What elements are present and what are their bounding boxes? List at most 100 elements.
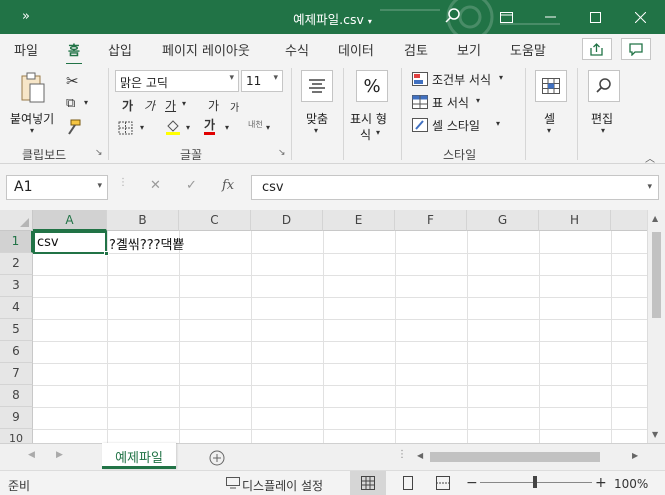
bold-button[interactable]: 가 [122, 97, 133, 114]
active-cell-selection[interactable] [33, 231, 109, 256]
page-layout-view-icon[interactable] [401, 476, 415, 490]
font-launcher-icon[interactable]: ↘ [278, 148, 286, 158]
tab-split-grip-icon[interactable]: ⋮ [397, 449, 407, 460]
borders-dropdown-icon[interactable]: ▾ [140, 123, 144, 132]
row-header-2[interactable]: 2 [0, 253, 33, 275]
select-all-button[interactable] [0, 210, 33, 231]
scroll-left-icon[interactable]: ◀ [417, 451, 423, 460]
zoom-slider-thumb[interactable] [533, 476, 537, 488]
horizontal-scrollbar[interactable]: ◀ ▶ [414, 450, 644, 464]
tab-review[interactable]: 검토 [404, 40, 428, 59]
close-button[interactable] [617, 0, 663, 34]
tab-view[interactable]: 보기 [457, 40, 481, 59]
format-painter-icon[interactable] [65, 119, 81, 135]
underline-dropdown-icon[interactable]: ▾ [182, 99, 186, 108]
column-header-f[interactable]: F [395, 210, 467, 231]
font-color-button[interactable]: 가 [204, 118, 216, 135]
tab-home[interactable]: 홈 [66, 40, 82, 65]
font-name-combo[interactable]: 맑은 고딕 ▾ [115, 70, 239, 92]
italic-button[interactable]: 가 [144, 97, 155, 114]
borders-icon[interactable] [118, 121, 134, 135]
name-box[interactable]: A1 ▾ [6, 175, 108, 200]
tab-page-layout[interactable]: 페이지 레이아웃 [162, 40, 250, 59]
sheet-tab-active[interactable]: 예제파일 [102, 443, 176, 469]
row-header-4[interactable]: 4 [0, 297, 33, 319]
row-header-3[interactable]: 3 [0, 275, 33, 297]
font-color-dropdown-icon[interactable]: ▾ [225, 123, 229, 132]
vertical-scrollbar[interactable]: ▲ ▼ [647, 210, 665, 443]
maximize-button[interactable] [572, 0, 618, 34]
enter-icon[interactable]: ✓ [186, 178, 197, 193]
column-header-b[interactable]: B [107, 210, 179, 231]
number-format-button[interactable]: % 표시 형 식 ▾ [348, 70, 396, 142]
next-sheet-icon[interactable]: ▶ [56, 450, 63, 460]
row-header-5[interactable]: 5 [0, 319, 33, 341]
row-header-9[interactable]: 9 [0, 407, 33, 429]
cell-b1[interactable]: ?곌씪???댁뿉 [109, 234, 184, 253]
scroll-up-icon[interactable]: ▲ [652, 214, 658, 223]
insert-function-button[interactable]: fx [222, 178, 234, 193]
fill-handle[interactable] [104, 251, 109, 256]
fill-color-dropdown-icon[interactable]: ▾ [186, 123, 190, 132]
scroll-down-icon[interactable]: ▼ [652, 430, 658, 439]
row-header-10[interactable]: 10 [0, 429, 33, 443]
shrink-font-button[interactable]: 가 [230, 99, 239, 114]
column-header-a[interactable]: A [33, 210, 107, 231]
column-header-e[interactable]: E [323, 210, 395, 231]
gridline [33, 385, 647, 386]
column-header-g[interactable]: G [467, 210, 539, 231]
cells-button[interactable]: 셀 ▾ [532, 70, 570, 142]
comments-button[interactable] [621, 38, 651, 60]
row-header-1[interactable]: 1 [0, 231, 33, 253]
cell-styles-button[interactable]: 셀 스타일 ▾ [410, 116, 510, 136]
vertical-scroll-thumb[interactable] [652, 232, 661, 318]
add-sheet-icon[interactable] [209, 450, 225, 466]
fill-color-icon[interactable] [164, 118, 182, 136]
horizontal-scroll-thumb[interactable] [430, 452, 600, 462]
scroll-right-icon[interactable]: ▶ [632, 451, 638, 460]
normal-view-button[interactable] [350, 471, 386, 495]
zoom-out-icon[interactable]: − [466, 475, 478, 491]
cut-icon[interactable]: ✂ [66, 72, 79, 90]
copy-icon[interactable]: ⧉ [66, 96, 75, 111]
zoom-in-icon[interactable]: + [595, 475, 607, 491]
expand-formula-icon[interactable]: ▾ [647, 182, 652, 192]
display-settings-button[interactable]: 디스플레이 설정 [242, 477, 323, 494]
collapse-ribbon-icon[interactable]: ︿ [645, 150, 655, 165]
format-as-table-button[interactable]: 표 서식 ▾ [410, 93, 490, 113]
tab-data[interactable]: 데이터 [338, 40, 374, 59]
phonetic-guide-button[interactable]: 내천 [248, 120, 263, 129]
prev-sheet-icon[interactable]: ◀ [28, 450, 35, 460]
conditional-formatting-button[interactable]: 조건부 서식 ▾ [410, 70, 510, 90]
paste-button[interactable]: 붙여넣기 ▾ [8, 70, 58, 138]
search-icon[interactable] [444, 7, 462, 25]
tab-formulas[interactable]: 수식 [285, 40, 309, 59]
formula-input[interactable]: csv ▾ [251, 175, 659, 200]
alignment-button[interactable]: 맞춤 ▾ [297, 70, 339, 142]
column-header-c[interactable]: C [179, 210, 251, 231]
minimize-button[interactable] [527, 0, 573, 34]
row-header-8[interactable]: 8 [0, 385, 33, 407]
row-header-6[interactable]: 6 [0, 341, 33, 363]
grow-font-button[interactable]: 가 [208, 97, 219, 114]
share-button[interactable] [582, 38, 612, 60]
copy-dropdown-icon[interactable]: ▾ [84, 98, 88, 107]
clipboard-launcher-icon[interactable]: ↘ [95, 148, 103, 158]
zoom-level[interactable]: 100% [614, 477, 648, 491]
phonetic-dropdown-icon[interactable]: ▾ [266, 123, 270, 132]
font-size-combo[interactable]: 11 ▾ [241, 70, 283, 92]
row-header-7[interactable]: 7 [0, 363, 33, 385]
worksheet-grid[interactable]: A B C D E F G H 1 2 3 4 5 6 7 8 9 10 csv… [0, 210, 647, 443]
column-header-d[interactable]: D [251, 210, 323, 231]
column-header-partial[interactable] [611, 210, 647, 231]
formula-bar-grip-icon[interactable]: ⋮ [118, 177, 128, 188]
tab-help[interactable]: 도움말 [510, 40, 546, 59]
cancel-icon[interactable]: ✕ [150, 178, 161, 193]
page-break-view-icon[interactable] [436, 476, 450, 490]
tab-insert[interactable]: 삽입 [108, 40, 132, 59]
underline-button[interactable]: 가 [165, 97, 176, 114]
ribbon-display-options-button[interactable] [483, 0, 529, 34]
column-header-h[interactable]: H [539, 210, 611, 231]
editing-button[interactable]: 편집 ▾ [584, 70, 624, 142]
tab-file[interactable]: 파일 [14, 40, 38, 59]
